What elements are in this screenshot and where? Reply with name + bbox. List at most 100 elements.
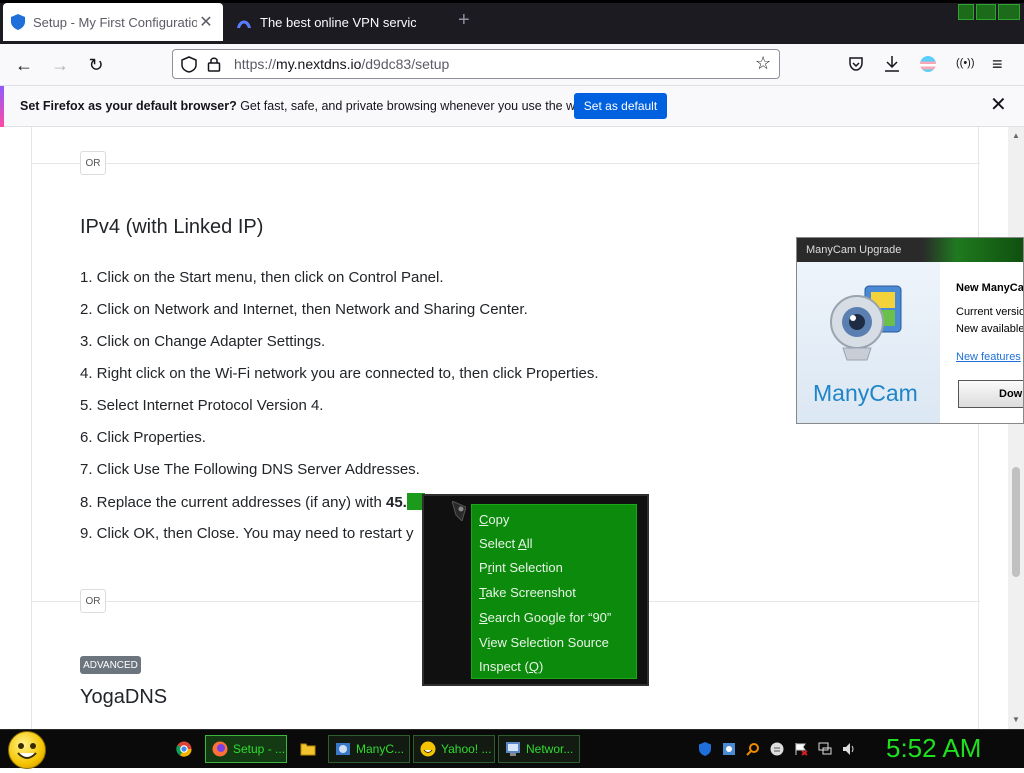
taskbar-button-label: ManyC... [356, 742, 405, 756]
context-menu-items: Copy Select All Print Selection Take Scr… [471, 504, 637, 679]
url-scheme: https:// [234, 56, 277, 72]
taskbar-clock[interactable]: 5:52 AM [886, 733, 981, 764]
menu-label: P [479, 560, 488, 575]
accesskey: S [479, 610, 488, 625]
menu-item-take-screenshot[interactable]: Take Screenshot [479, 585, 576, 600]
reload-icon[interactable]: ↻ [85, 54, 107, 76]
menu-label: opy [488, 512, 510, 527]
menu-label: ) [538, 659, 544, 674]
tab-bar: Setup - My First Configuration ✕ The bes… [0, 0, 1024, 44]
manycam-icon [336, 743, 350, 755]
menu-item-print-selection[interactable]: Print Selection [479, 560, 563, 575]
network-tray-icon[interactable] [818, 742, 832, 756]
tracking-protection-shield-icon[interactable] [181, 56, 197, 73]
manycam-logo-text: ManyCam [813, 380, 918, 406]
taskbar: Setup - ... ManyC... Yahoo! ... Networ..… [0, 729, 1024, 769]
dns-address-highlight[interactable]: 45. [386, 494, 407, 511]
minimize-button[interactable] [958, 4, 974, 20]
maximize-button[interactable] [976, 4, 996, 20]
webcam-tray-icon[interactable] [722, 742, 736, 756]
flag-tray-icon[interactable] [794, 742, 808, 756]
chrome-icon[interactable] [176, 741, 192, 757]
magnifier-tray-icon[interactable] [746, 742, 760, 756]
taskbar-button-yahoo[interactable]: Yahoo! ... [413, 735, 495, 763]
close-icon[interactable]: ✕ [197, 12, 215, 32]
tab-title: Setup - My First Configuration [33, 14, 197, 30]
menu-label: Inspect ( [479, 659, 529, 674]
tab-setup[interactable]: Setup - My First Configuration ✕ [3, 3, 223, 41]
download-button[interactable]: Dow [958, 380, 1023, 408]
manycam-upgrade-popup: ManyCam Upgrade ManyCam New ManyCa Curre… [796, 237, 1024, 424]
section-title: IPv4 (with Linked IP) [80, 216, 264, 238]
scroll-up-icon[interactable]: ▲ [1012, 131, 1020, 140]
step-8: 8. Replace the current addresses (if any… [80, 493, 425, 511]
shield-tray-icon[interactable] [698, 742, 712, 756]
volume-tray-icon[interactable] [842, 742, 856, 756]
menu-grip-icon [452, 501, 466, 521]
start-button[interactable] [8, 731, 46, 769]
taskbar-button-network[interactable]: Networ... [498, 735, 580, 763]
lock-icon[interactable] [207, 56, 221, 72]
scroll-down-icon[interactable]: ▼ [1012, 715, 1020, 724]
step-7: 7. Click Use The Following DNS Server Ad… [80, 461, 420, 478]
advanced-badge: ADVANCED [80, 656, 141, 674]
forward-arrow-icon[interactable]: → [49, 54, 71, 76]
menu-item-inspect[interactable]: Inspect (Q) [479, 659, 543, 674]
step-6: 6. Click Properties. [80, 429, 206, 446]
new-features-link[interactable]: New features [956, 351, 1021, 363]
network-icon [506, 742, 520, 756]
folder-icon[interactable] [300, 741, 316, 757]
url-host: my.nextdns.io [276, 56, 362, 72]
menu-label: ake Screenshot [485, 585, 576, 600]
manycam-logo-panel: ManyCam [797, 262, 940, 423]
back-arrow-icon[interactable]: ← [13, 54, 35, 76]
taskbar-button-firefox[interactable]: Setup - ... [205, 735, 287, 763]
shield-icon [11, 14, 25, 30]
notification-accent [0, 86, 4, 127]
notification-message: Set Firefox as your default browser? Get… [20, 99, 592, 113]
vpn-logo-icon [237, 20, 251, 28]
set-as-default-button[interactable]: Set as default [574, 93, 667, 119]
menu-item-select-all[interactable]: Select All [479, 536, 532, 551]
bookmark-star-icon[interactable]: ☆ [755, 53, 771, 74]
menu-label: Select [479, 536, 519, 551]
divider [32, 163, 980, 164]
step-5: 5. Select Internet Protocol Version 4. [80, 397, 324, 414]
webcam-icon [830, 285, 902, 361]
tab-vpn[interactable]: The best online VPN service for [228, 3, 424, 41]
menu-item-view-selection-source[interactable]: View Selection Source [479, 635, 609, 650]
notification-text: Get fast, safe, and private browsing whe… [236, 99, 593, 113]
taskbar-button-label: Yahoo! ... [441, 742, 492, 756]
url-text: https://my.nextdns.io/d9dc83/setup [234, 56, 449, 72]
new-tab-plus-icon[interactable]: + [458, 10, 470, 30]
or-badge: OR [80, 151, 106, 175]
messenger-tray-icon[interactable] [770, 742, 784, 756]
yogadns-title: YogaDNS [80, 686, 168, 708]
scroll-thumb[interactable] [1012, 467, 1020, 577]
taskbar-button-manycam[interactable]: ManyC... [328, 735, 410, 763]
popup-content: New ManyCa Current versio New available … [940, 262, 1024, 423]
taskbar-button-label: Setup - ... [233, 742, 286, 756]
menu-label: int Selection [492, 560, 563, 575]
pocket-icon[interactable] [848, 56, 864, 72]
menu-item-search-google[interactable]: Search Google for “90” [479, 610, 611, 625]
current-version-text: Current versio [956, 306, 1024, 318]
step-3: 3. Click on Change Adapter Settings. [80, 333, 326, 350]
new-available-text: New available [956, 323, 1024, 335]
context-menu: Copy Select All Print Selection Take Scr… [422, 494, 649, 686]
hamburger-menu-icon[interactable]: ≡ [992, 54, 1003, 75]
downloads-icon[interactable] [884, 55, 900, 73]
yahoo-smiley-icon [420, 741, 436, 757]
url-path: /d9dc83/setup [361, 56, 450, 72]
url-bar[interactable]: https://my.nextdns.io/d9dc83/setup ☆ [172, 49, 780, 79]
menu-item-copy[interactable]: Copy [479, 512, 509, 527]
extension-icon[interactable]: ((•)) [956, 57, 975, 69]
notification-bold-text: Set Firefox as your default browser? [20, 99, 237, 113]
page-scrollbar[interactable]: ▲ ▼ [1008, 127, 1024, 729]
account-avatar-icon[interactable] [920, 56, 936, 72]
close-icon[interactable]: ✕ [990, 95, 1007, 115]
menu-label: ll [526, 536, 533, 551]
accesskey: A [518, 536, 527, 551]
close-window-button[interactable] [998, 4, 1020, 20]
tab-title: The best online VPN service for [260, 14, 416, 30]
